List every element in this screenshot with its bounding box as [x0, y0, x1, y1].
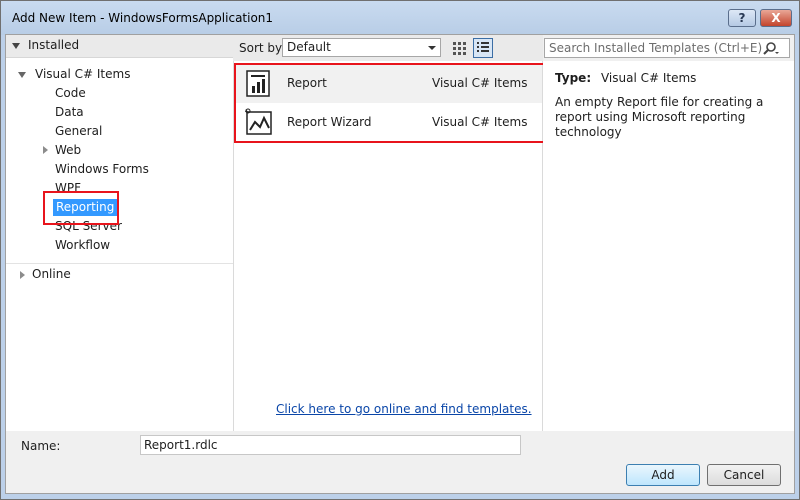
dialog-content: Installed Visual C# Items Code Data Gene… — [5, 34, 795, 494]
find-online-templates-link[interactable]: Click here to go online and find templat… — [276, 402, 532, 416]
add-button[interactable]: Add — [626, 464, 700, 486]
template-description: An empty Report file for creating a repo… — [555, 95, 764, 139]
type-row: Type: Visual C# Items — [555, 71, 696, 85]
sort-by-label: Sort by: — [239, 41, 286, 55]
medium-icons-view-button[interactable] — [449, 38, 469, 58]
reporting-highlight-box — [43, 191, 119, 225]
cancel-button[interactable]: Cancel — [707, 464, 781, 486]
template-list-panel: Report Visual C# Items Report Wizard Vis… — [233, 61, 553, 431]
title-bar: Add New Item - WindowsFormsApplication1 … — [1, 1, 799, 35]
sort-by-dropdown[interactable]: Default — [282, 38, 441, 57]
name-input[interactable]: Report1.rdlc — [140, 435, 521, 455]
list-view-icon — [477, 42, 489, 52]
search-placeholder: Search Installed Templates (Ctrl+E) — [549, 41, 763, 55]
online-separator — [6, 263, 233, 264]
sort-by-value: Default — [287, 40, 331, 54]
tree-item-code[interactable]: Code — [55, 84, 86, 102]
expand-visual-csharp-icon[interactable] — [18, 72, 26, 78]
tree-item-windows-forms[interactable]: Windows Forms — [55, 160, 149, 178]
sort-toolbar: Sort by: Default — [233, 35, 543, 61]
type-label: Type: — [555, 71, 592, 85]
expand-online-icon[interactable] — [20, 271, 25, 279]
expand-web-icon[interactable] — [43, 146, 48, 154]
list-view-button[interactable] — [473, 38, 493, 58]
tree-item-online[interactable]: Online — [32, 265, 71, 283]
window-title: Add New Item - WindowsFormsApplication1 — [12, 11, 274, 25]
add-new-item-dialog: Add New Item - WindowsFormsApplication1 … — [0, 0, 800, 500]
name-label: Name: — [21, 439, 61, 453]
grid-view-icon — [453, 42, 466, 55]
installed-header[interactable]: Installed — [6, 35, 233, 58]
template-details-panel: Type: Visual C# Items An empty Report fi… — [543, 61, 794, 431]
expand-installed-icon[interactable] — [12, 43, 20, 49]
tree-item-visual-csharp[interactable]: Visual C# Items — [35, 65, 130, 83]
installed-label: Installed — [28, 38, 80, 52]
tree-item-workflow[interactable]: Workflow — [55, 236, 110, 254]
close-button[interactable]: X — [760, 9, 792, 27]
templates-highlight-box — [234, 63, 553, 143]
tree-item-data[interactable]: Data — [55, 103, 84, 121]
template-tree-panel: Installed Visual C# Items Code Data Gene… — [6, 35, 233, 431]
tree-item-web[interactable]: Web — [55, 141, 81, 159]
search-templates-input[interactable]: Search Installed Templates (Ctrl+E) — [544, 38, 790, 58]
chevron-down-icon — [428, 46, 436, 50]
help-button[interactable]: ? — [728, 9, 756, 27]
search-icon[interactable] — [761, 41, 779, 56]
tree-item-general[interactable]: General — [55, 122, 102, 140]
type-value: Visual C# Items — [600, 71, 697, 85]
